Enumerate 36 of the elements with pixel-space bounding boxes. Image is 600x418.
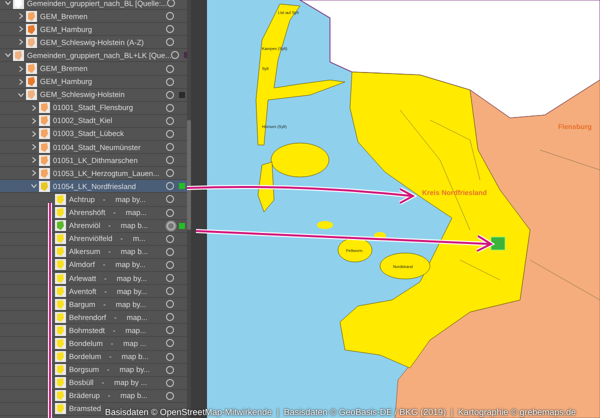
target-icon[interactable] xyxy=(166,300,174,308)
target-icon[interactable] xyxy=(166,90,174,99)
target-icon[interactable] xyxy=(166,248,174,256)
target-icon[interactable] xyxy=(167,0,176,8)
target-icon[interactable] xyxy=(171,51,180,60)
target-icon[interactable] xyxy=(166,182,174,190)
target-icon[interactable] xyxy=(166,169,174,178)
target-icon[interactable] xyxy=(166,287,174,296)
target-icon[interactable] xyxy=(166,326,174,334)
target-icon[interactable] xyxy=(167,222,175,230)
island xyxy=(380,252,430,280)
target-icon[interactable] xyxy=(166,260,174,269)
target-icon[interactable] xyxy=(166,195,174,204)
target-icon[interactable] xyxy=(166,116,174,125)
target-icon[interactable] xyxy=(166,64,174,73)
target-icon[interactable] xyxy=(166,130,174,138)
target-icon[interactable] xyxy=(166,38,174,46)
target-icon[interactable] xyxy=(166,143,174,152)
target-icon[interactable] xyxy=(166,366,174,374)
target-icon[interactable] xyxy=(166,25,174,34)
island xyxy=(374,232,386,240)
target-icon[interactable] xyxy=(166,208,174,217)
target-icon[interactable] xyxy=(166,313,174,322)
target-icon[interactable] xyxy=(166,104,174,112)
highlighted-municipality xyxy=(490,236,506,250)
target-icon[interactable] xyxy=(166,378,174,387)
target-icon[interactable] xyxy=(166,274,174,282)
target-icon[interactable] xyxy=(166,78,174,86)
target-icon[interactable] xyxy=(166,156,174,164)
island xyxy=(317,221,333,229)
target-icon[interactable] xyxy=(166,234,174,243)
target-icon[interactable] xyxy=(166,392,174,400)
target-icon[interactable] xyxy=(166,339,174,348)
target-icon[interactable] xyxy=(166,352,174,361)
target-icon[interactable] xyxy=(166,12,174,20)
island xyxy=(338,238,372,262)
